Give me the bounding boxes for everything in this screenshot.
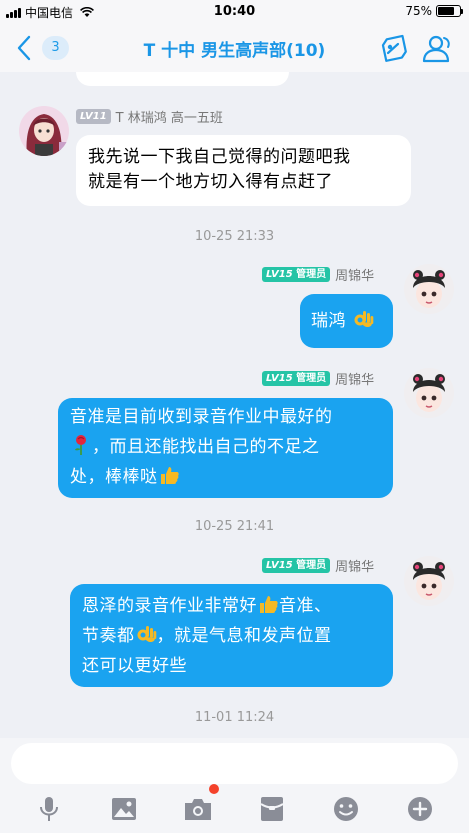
- status-right: 75%: [405, 4, 463, 18]
- role-text: 管理员: [296, 560, 327, 571]
- message-text: 节奏都: [82, 626, 135, 646]
- level-badge: LV11: [76, 109, 111, 124]
- message-line-2: ，而且还能找出自己的不足之: [70, 432, 385, 462]
- message-bubble-4[interactable]: 恩泽的录音作业非常好 音准、 节奏都 ，就是气息和发声位置 还可以更好些: [70, 584, 393, 687]
- message-line-1: 恩泽的录音作业非常好 音准、: [82, 591, 387, 621]
- unread-count-badge[interactable]: 3: [42, 36, 69, 60]
- notification-dot: [209, 784, 219, 794]
- message-line-3: 还可以更好些: [82, 656, 187, 676]
- previous-message-bubble[interactable]: [76, 72, 289, 86]
- message-text: 音准、: [279, 596, 332, 616]
- message-bubble-2[interactable]: 瑞鸿: [300, 294, 393, 348]
- thumbs-up-emoji-icon: [160, 467, 179, 484]
- level-text: LV15: [266, 560, 293, 571]
- admin-avatar-icon: [404, 556, 454, 606]
- anime-avatar-icon: [19, 106, 69, 156]
- message-text: ，而且还能找出自己的不足之: [92, 437, 320, 457]
- level-text: LV15: [266, 269, 293, 280]
- avatar-admin[interactable]: [404, 264, 454, 314]
- avatar-admin[interactable]: [404, 368, 454, 418]
- message-bubble-1[interactable]: 我先说一下我自己觉得的问题吧我 就是有一个地方切入得有点赶了: [76, 135, 411, 206]
- red-packet-icon[interactable]: [257, 795, 287, 823]
- back-arrow-icon[interactable]: [14, 34, 34, 62]
- image-icon[interactable]: [109, 795, 139, 823]
- admin-level-badge: LV15 管理员: [262, 267, 331, 282]
- message-line-2: 节奏都 ，就是气息和发声位置: [82, 621, 387, 651]
- microphone-icon[interactable]: [34, 795, 64, 823]
- message-bubble-3[interactable]: 音准是目前收到录音作业中最好的 ，而且还能找出自己的不足之 处，棒棒哒: [58, 398, 393, 498]
- sender-name[interactable]: 周锦华: [335, 369, 374, 388]
- group-members-icon[interactable]: [421, 34, 453, 64]
- message-line: 就是有一个地方切入得有点赶了: [88, 172, 333, 192]
- admin-avatar-icon: [404, 368, 454, 418]
- battery-icon: [436, 5, 463, 17]
- avatar-sender-1[interactable]: [19, 106, 69, 156]
- thumbs-up-emoji-icon: [260, 596, 278, 613]
- status-time: 10:40: [213, 4, 256, 19]
- role-text: 管理员: [296, 373, 327, 384]
- sender-meta-3: LV15 管理员 周锦华: [262, 369, 374, 388]
- message-line: 我先说一下我自己觉得的问题吧我: [88, 147, 351, 167]
- timestamp: 10-25 21:33: [194, 229, 275, 244]
- admin-level-badge: LV15 管理员: [262, 558, 331, 573]
- message-text: 恩泽的录音作业非常好: [82, 596, 257, 616]
- timestamp: 11-01 11:24: [194, 710, 275, 725]
- rose-emoji-icon: [75, 435, 86, 455]
- timestamp: 10-25 21:41: [194, 519, 275, 534]
- sender-name[interactable]: 周锦华: [335, 556, 374, 575]
- chat-header: 3 T 十中 男生高声部(10): [0, 24, 469, 72]
- message-input[interactable]: [11, 743, 458, 784]
- input-bar: [0, 738, 469, 833]
- sender-meta-4: LV15 管理员 周锦华: [262, 556, 374, 575]
- message-text: 处，棒棒哒: [70, 467, 158, 487]
- admin-avatar-icon: [404, 264, 454, 314]
- sender-meta-1: LV11 T 林瑞鸿 高一五班: [76, 107, 223, 126]
- message-line: 瑞鸿: [311, 311, 346, 331]
- sender-meta-2: LV15 管理员 周锦华: [262, 265, 374, 284]
- ok-hand-emoji-icon: [137, 626, 156, 643]
- message-line-3: 处，棒棒哒: [70, 462, 385, 492]
- status-bar: 中国电信 10:40 75%: [0, 0, 469, 24]
- plus-icon[interactable]: [405, 795, 435, 823]
- battery-percent: 75%: [405, 4, 432, 18]
- sender-name[interactable]: T 林瑞鸿 高一五班: [116, 107, 223, 126]
- group-tag-icon[interactable]: [379, 34, 409, 64]
- ok-hand-emoji-icon: [354, 311, 374, 328]
- battery-fill: [438, 7, 454, 15]
- emoji-icon[interactable]: [331, 795, 361, 823]
- admin-level-badge: LV15 管理员: [262, 371, 331, 386]
- group-title[interactable]: T 十中 男生高声部(10): [100, 36, 369, 61]
- level-text: LV15: [266, 373, 293, 384]
- camera-icon[interactable]: [183, 795, 213, 823]
- sender-name[interactable]: 周锦华: [335, 265, 374, 284]
- message-line: 音准是目前收到录音作业中最好的: [70, 407, 333, 427]
- message-list[interactable]: LV11 T 林瑞鸿 高一五班 我先说一下我自己觉得的问题吧我 就是有一个地方切…: [0, 72, 469, 738]
- message-text: ，就是气息和发声位置: [156, 626, 332, 646]
- role-text: 管理员: [296, 269, 327, 280]
- avatar-admin[interactable]: [404, 556, 454, 606]
